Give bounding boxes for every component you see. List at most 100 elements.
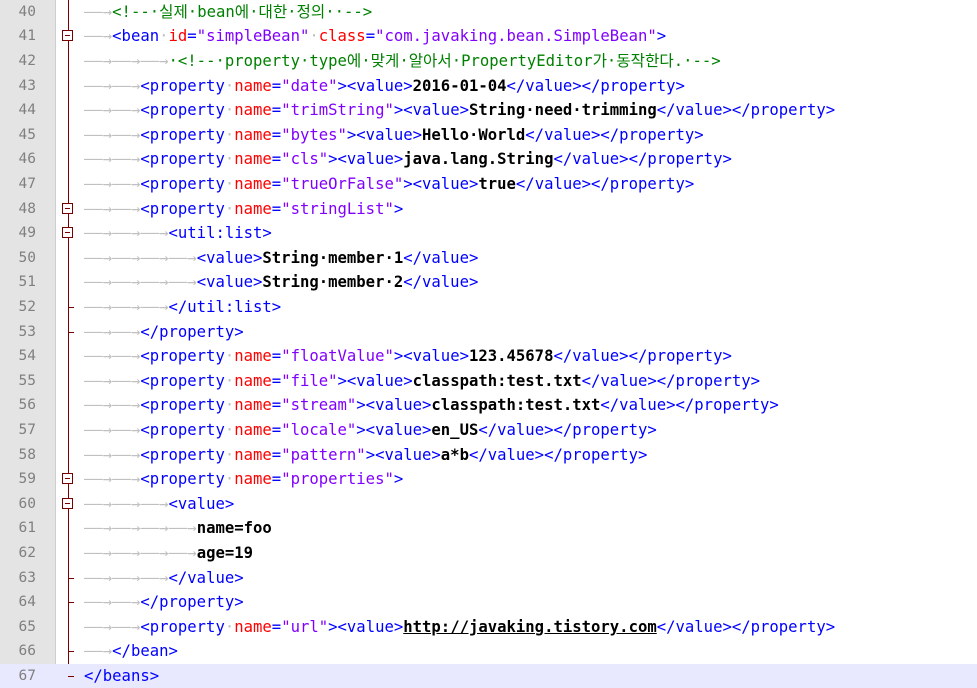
code-line[interactable]: 63 ——→——→——→</value> <box>0 566 977 591</box>
code-line[interactable]: 53 ——→——→</property> <box>0 320 977 345</box>
code-line[interactable]: 43 ——→——→<property·name="date"><value>201… <box>0 74 977 99</box>
xml-attribute-value-token: "cls" <box>281 150 329 169</box>
text-content-token: true <box>478 174 516 193</box>
tab-marker: ——→ <box>112 347 141 366</box>
line-number: 58 <box>18 446 36 463</box>
xml-tag-token: = <box>271 199 282 218</box>
text-content-token: age=19 <box>196 543 254 562</box>
code-line[interactable]: 55 ——→——→<property·name="file"><value>cla… <box>0 369 977 394</box>
xml-tag-token: </property> <box>140 322 244 341</box>
xml-attribute-value-token: "floatValue" <box>281 347 394 366</box>
xml-tag-token: </value></property> <box>553 150 732 169</box>
code-editor[interactable]: 40 ——→<!--·실제·bean에·대한·정의··--> 41 ——→<bean·… <box>0 0 977 688</box>
code-line[interactable]: 54 ——→——→<property·name="floatValue"><val… <box>0 344 977 369</box>
code-line[interactable]: 47 ——→——→<property·name="trueOrFalse"><va… <box>0 172 977 197</box>
xml-tag-token: ><value> <box>393 101 469 120</box>
xml-tag-token: = <box>271 371 282 390</box>
tab-marker: ——→ <box>168 248 197 267</box>
tab-marker: ——→ <box>84 51 113 70</box>
space-marker: · <box>224 125 235 144</box>
fold-collapse-icon[interactable] <box>62 202 73 214</box>
tab-marker: ——→ <box>112 125 141 144</box>
text-content-token: name=foo <box>196 519 272 538</box>
code-line[interactable]: 66 ——→</bean> <box>0 639 977 664</box>
code-line[interactable]: 67 </beans> <box>0 663 977 688</box>
code-text: ——→——→<property·name="cls"><value>java.l… <box>84 147 732 172</box>
tab-marker: ——→ <box>84 371 113 390</box>
code-line[interactable]: 65 ——→——→<property·name="url"><value>http… <box>0 615 977 640</box>
code-line[interactable]: 62 ——→——→——→——→age=19 <box>0 541 977 566</box>
xml-attribute-value-token: "pattern" <box>281 445 366 464</box>
line-number: 48 <box>18 200 36 217</box>
line-number: 45 <box>18 126 36 143</box>
xml-tag-token: <property <box>140 617 225 636</box>
code-line[interactable]: 44 ——→——→<property·name="trimString"><val… <box>0 98 977 123</box>
tab-marker: ——→ <box>112 224 141 243</box>
line-number: 44 <box>18 102 36 119</box>
code-line[interactable]: 57 ——→——→<property·name="locale"><value>e… <box>0 418 977 443</box>
line-number: 51 <box>18 274 36 291</box>
xml-tag-token: <bean <box>112 27 160 46</box>
fold-end-marker <box>68 331 74 333</box>
code-text: ——→——→——→——→<value>String·member·2</valu… <box>84 270 478 295</box>
xml-tag-token: <property <box>140 420 225 439</box>
text-content-token: en_US <box>431 420 479 439</box>
code-line[interactable]: 40 ——→<!--·실제·bean에·대한·정의··--> <box>0 0 977 24</box>
tab-marker: ——→ <box>84 174 113 193</box>
xml-attribute-value-token: "locale" <box>281 420 357 439</box>
code-line[interactable]: 61 ——→——→——→——→name=foo <box>0 516 977 541</box>
text-content-token: 2016-01-04 <box>412 76 507 95</box>
xml-tag-token: ><value> <box>393 347 469 366</box>
code-line[interactable]: 59 ——→——→<property·name="properties"> <box>0 467 977 492</box>
tab-marker: ——→ <box>112 396 141 415</box>
text-content-token: String·member·2 <box>262 273 404 292</box>
xml-tag-token: = <box>271 445 282 464</box>
fold-end-marker <box>68 577 74 579</box>
tab-marker: ——→ <box>112 150 141 169</box>
tab-marker: ——→ <box>84 273 113 292</box>
xml-attribute-token: name <box>234 470 272 489</box>
xml-attribute-token: name <box>234 617 272 636</box>
xml-attribute-token: name <box>234 150 272 169</box>
code-text: ——→——→<property·name="stringList"> <box>84 197 403 222</box>
url-link[interactable]: http://javaking.tistory.com <box>403 618 656 636</box>
code-line[interactable]: 60 ——→——→——→<value> <box>0 492 977 517</box>
xml-attribute-value-token: "stringList" <box>281 199 394 218</box>
fold-end-marker <box>68 602 74 604</box>
line-number: 65 <box>18 618 36 635</box>
space-marker: · <box>224 150 235 169</box>
xml-tag-token: ><value> <box>346 125 423 144</box>
tab-marker: ——→ <box>84 150 113 169</box>
xml-tag-token: <property <box>140 199 225 218</box>
code-line[interactable]: 46 ——→——→<property·name="cls"><value>java… <box>0 147 977 172</box>
code-line[interactable]: 42 ——→——→——→·<!--·property·type에·맞게·알아서·P… <box>0 49 977 74</box>
fold-collapse-icon[interactable] <box>62 473 73 485</box>
code-line[interactable]: 50 ——→——→——→——→<value>String·member·1</va… <box>0 246 977 271</box>
tab-marker: ——→ <box>112 248 141 267</box>
code-line[interactable]: 56 ——→——→<property·name="stream"><value>c… <box>0 393 977 418</box>
code-line[interactable]: 64 ——→——→</property> <box>0 590 977 615</box>
xml-comment-token: <!--·실제·bean에·대한·정의··--> <box>112 2 373 21</box>
xml-attribute-value-token: "url" <box>281 617 329 636</box>
code-line[interactable]: 45 ——→——→<property·name="bytes"><value>He… <box>0 123 977 148</box>
line-number: 41 <box>18 28 36 45</box>
tab-marker: ——→ <box>140 51 169 70</box>
code-line[interactable]: 48 ——→——→<property·name="stringList"> <box>0 197 977 222</box>
code-line[interactable]: 58 ——→——→<property·name="pattern"><value>… <box>0 443 977 468</box>
code-line[interactable]: 52 ——→——→——→</util:list> <box>0 295 977 320</box>
code-line[interactable]: 49 ——→——→——→<util:list> <box>0 221 977 246</box>
fold-collapse-icon[interactable] <box>62 497 73 509</box>
fold-collapse-icon[interactable] <box>62 227 73 239</box>
code-line[interactable]: 41 ——→<bean·id="simpleBean"·class="com.ja… <box>0 24 977 49</box>
code-line[interactable]: 51 ——→——→——→——→<value>String·member·2</va… <box>0 270 977 295</box>
xml-tag-token: ><value> <box>365 445 441 464</box>
line-number: 63 <box>18 569 36 586</box>
xml-attribute-value-token: "bytes" <box>281 125 347 144</box>
code-text: ——→——→——→——→name=foo <box>84 516 272 541</box>
tab-marker: ——→ <box>84 224 113 243</box>
tab-marker: ——→ <box>84 568 113 587</box>
fold-collapse-icon[interactable] <box>62 30 73 42</box>
xml-attribute-value-token: "file" <box>281 371 338 390</box>
tab-marker: ——→ <box>112 76 141 95</box>
tab-marker: ——→ <box>84 248 113 267</box>
